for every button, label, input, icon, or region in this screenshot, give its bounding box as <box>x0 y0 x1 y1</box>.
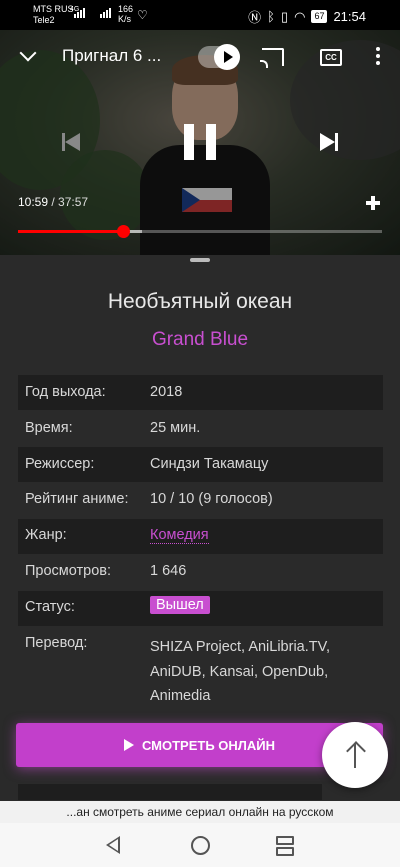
home-icon[interactable] <box>191 836 210 855</box>
battery-icon: 67 <box>311 10 328 23</box>
carrier-2: Tele2 <box>33 15 55 25</box>
pause-button[interactable] <box>184 124 216 160</box>
scroll-to-top-button[interactable] <box>322 722 388 788</box>
browser-url-bar[interactable]: ...ан смотреть аниме сериал онлайн на ру… <box>0 801 400 823</box>
system-nav-bar <box>0 823 400 867</box>
cast-icon[interactable] <box>260 48 284 68</box>
more-options-icon[interactable] <box>376 47 380 68</box>
vibrate-icon: ▯ <box>280 8 289 24</box>
status-bar: MTS RUS Tele2 4G 166 K/s ♡ Ⓝ ᛒ ▯ ◠ 67 21… <box>0 0 400 30</box>
status-badge: Вышел <box>150 596 210 614</box>
play-icon <box>214 44 240 70</box>
signal-icon-2 <box>100 8 111 18</box>
info-row-director: Режиссер: Синдзи Такамацу <box>18 447 383 482</box>
player-top-bar: Пригнал 6 ... CC <box>0 30 400 80</box>
video-player[interactable]: Пригнал 6 ... CC 10:59 / 37:57 <box>0 30 400 255</box>
info-row-status: Статус: Вышел <box>18 591 383 626</box>
captions-button[interactable]: CC <box>320 49 342 66</box>
chevron-down-icon[interactable] <box>19 44 37 62</box>
info-table: Год выхода: 2018 Время: 25 мин. Режиссер… <box>18 375 383 706</box>
recent-apps-icon[interactable] <box>276 836 294 856</box>
anime-title: Необъятный океан <box>107 290 293 313</box>
wifi-icon: ◠ <box>294 8 306 24</box>
duration: 37:57 <box>58 195 89 209</box>
video-title[interactable]: Пригнал 6 ... <box>62 46 161 66</box>
bluetooth-icon: ᛒ <box>267 9 275 24</box>
info-row-rating: Рейтинг аниме: 10 / 10 (9 голосов) <box>25 491 273 507</box>
seek-bar[interactable] <box>18 225 382 238</box>
current-time: 10:59 <box>18 195 49 209</box>
anime-original-title: Grand Blue <box>151 329 249 350</box>
seek-thumb[interactable] <box>116 225 130 238</box>
network-speed: 166 K/s <box>118 4 134 24</box>
carrier-info: MTS RUS Tele2 <box>33 4 74 26</box>
exit-fullscreen-icon[interactable] <box>366 196 380 210</box>
info-row-year: Год выхода: 2018 <box>18 375 383 410</box>
info-row-duration: Время: 25 мин. <box>25 420 201 436</box>
play-icon <box>123 739 134 751</box>
signal-icon <box>74 8 85 18</box>
clock: 21:54 <box>333 9 366 24</box>
info-row-genre: Жанр: Комедия <box>18 519 383 554</box>
drag-handle[interactable] <box>190 258 210 262</box>
info-row-translation: Перевод: SHIZA Project, AniLibria.TV, An… <box>25 635 330 704</box>
autoplay-toggle[interactable] <box>198 44 240 70</box>
played-bar <box>18 230 123 233</box>
info-row-views: Просмотров: 1 646 <box>25 563 187 579</box>
watch-online-label: СМОТРЕТЬ ОНЛАЙН <box>141 737 276 753</box>
heart-icon: ♡ <box>137 8 148 22</box>
status-right: Ⓝ ᛒ ▯ ◠ 67 21:54 <box>248 7 366 26</box>
nfc-icon: Ⓝ <box>248 10 262 25</box>
playback-time: 10:59 / 37:57 <box>18 195 89 209</box>
carrier-1: MTS RUS <box>33 4 74 14</box>
next-section <box>18 784 322 800</box>
genre-link[interactable]: Комедия <box>150 527 209 544</box>
back-icon[interactable] <box>106 836 120 854</box>
